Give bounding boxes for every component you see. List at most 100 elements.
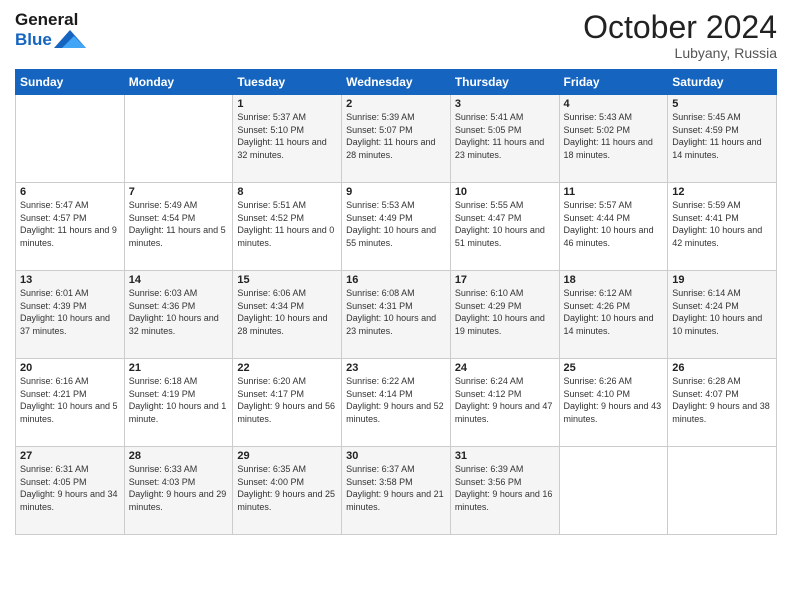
day-info: Sunrise: 6:28 AMSunset: 4:07 PMDaylight:… [672,375,772,425]
weekday-header-row: SundayMondayTuesdayWednesdayThursdayFrid… [16,70,777,95]
day-number: 7 [129,186,229,198]
day-number: 12 [672,186,772,198]
weekday-header-cell: Thursday [450,70,559,95]
day-info: Sunrise: 6:39 AMSunset: 3:56 PMDaylight:… [455,463,555,513]
calendar-cell: 17Sunrise: 6:10 AMSunset: 4:29 PMDayligh… [450,271,559,359]
calendar-week-row: 13Sunrise: 6:01 AMSunset: 4:39 PMDayligh… [16,271,777,359]
day-number: 28 [129,450,229,462]
day-info: Sunrise: 5:53 AMSunset: 4:49 PMDaylight:… [346,199,446,249]
calendar-cell [124,95,233,183]
weekday-header-cell: Sunday [16,70,125,95]
day-info: Sunrise: 6:22 AMSunset: 4:14 PMDaylight:… [346,375,446,425]
day-number: 6 [20,186,120,198]
day-number: 21 [129,362,229,374]
day-number: 8 [237,186,337,198]
calendar-cell: 15Sunrise: 6:06 AMSunset: 4:34 PMDayligh… [233,271,342,359]
day-info: Sunrise: 5:47 AMSunset: 4:57 PMDaylight:… [20,199,120,249]
day-number: 5 [672,98,772,110]
calendar-cell: 25Sunrise: 6:26 AMSunset: 4:10 PMDayligh… [559,359,668,447]
day-info: Sunrise: 5:49 AMSunset: 4:54 PMDaylight:… [129,199,229,249]
day-number: 10 [455,186,555,198]
calendar-cell: 24Sunrise: 6:24 AMSunset: 4:12 PMDayligh… [450,359,559,447]
calendar-cell: 7Sunrise: 5:49 AMSunset: 4:54 PMDaylight… [124,183,233,271]
month-title: October 2024 [583,10,777,45]
calendar-cell: 1Sunrise: 5:37 AMSunset: 5:10 PMDaylight… [233,95,342,183]
calendar-body: 1Sunrise: 5:37 AMSunset: 5:10 PMDaylight… [16,95,777,535]
calendar-cell: 13Sunrise: 6:01 AMSunset: 4:39 PMDayligh… [16,271,125,359]
day-number: 31 [455,450,555,462]
calendar-cell: 10Sunrise: 5:55 AMSunset: 4:47 PMDayligh… [450,183,559,271]
calendar-cell: 4Sunrise: 5:43 AMSunset: 5:02 PMDaylight… [559,95,668,183]
logo: General Blue [15,10,86,50]
day-number: 14 [129,274,229,286]
day-number: 27 [20,450,120,462]
calendar-cell: 31Sunrise: 6:39 AMSunset: 3:56 PMDayligh… [450,447,559,535]
day-info: Sunrise: 6:08 AMSunset: 4:31 PMDaylight:… [346,287,446,337]
calendar-cell: 23Sunrise: 6:22 AMSunset: 4:14 PMDayligh… [342,359,451,447]
day-number: 13 [20,274,120,286]
day-number: 30 [346,450,446,462]
day-info: Sunrise: 6:06 AMSunset: 4:34 PMDaylight:… [237,287,337,337]
day-number: 9 [346,186,446,198]
calendar-week-row: 6Sunrise: 5:47 AMSunset: 4:57 PMDaylight… [16,183,777,271]
day-info: Sunrise: 6:16 AMSunset: 4:21 PMDaylight:… [20,375,120,425]
day-info: Sunrise: 5:39 AMSunset: 5:07 PMDaylight:… [346,111,446,161]
logo-blue: Blue [15,30,52,50]
day-info: Sunrise: 5:57 AMSunset: 4:44 PMDaylight:… [564,199,664,249]
calendar-week-row: 20Sunrise: 6:16 AMSunset: 4:21 PMDayligh… [16,359,777,447]
calendar-cell [668,447,777,535]
day-info: Sunrise: 5:59 AMSunset: 4:41 PMDaylight:… [672,199,772,249]
calendar-cell: 16Sunrise: 6:08 AMSunset: 4:31 PMDayligh… [342,271,451,359]
day-info: Sunrise: 6:26 AMSunset: 4:10 PMDaylight:… [564,375,664,425]
calendar-cell: 8Sunrise: 5:51 AMSunset: 4:52 PMDaylight… [233,183,342,271]
day-number: 11 [564,186,664,198]
logo-icon [54,30,86,48]
day-info: Sunrise: 6:12 AMSunset: 4:26 PMDaylight:… [564,287,664,337]
day-number: 20 [20,362,120,374]
day-info: Sunrise: 5:51 AMSunset: 4:52 PMDaylight:… [237,199,337,249]
weekday-header-cell: Wednesday [342,70,451,95]
header: General Blue October 2024 Lubyany, Russi… [15,10,777,61]
calendar-cell: 19Sunrise: 6:14 AMSunset: 4:24 PMDayligh… [668,271,777,359]
day-number: 3 [455,98,555,110]
calendar-cell: 3Sunrise: 5:41 AMSunset: 5:05 PMDaylight… [450,95,559,183]
calendar-cell: 18Sunrise: 6:12 AMSunset: 4:26 PMDayligh… [559,271,668,359]
day-number: 24 [455,362,555,374]
day-info: Sunrise: 5:41 AMSunset: 5:05 PMDaylight:… [455,111,555,161]
day-info: Sunrise: 5:37 AMSunset: 5:10 PMDaylight:… [237,111,337,161]
weekday-header-cell: Monday [124,70,233,95]
calendar-week-row: 27Sunrise: 6:31 AMSunset: 4:05 PMDayligh… [16,447,777,535]
calendar-week-row: 1Sunrise: 5:37 AMSunset: 5:10 PMDaylight… [16,95,777,183]
day-number: 1 [237,98,337,110]
calendar-cell: 2Sunrise: 5:39 AMSunset: 5:07 PMDaylight… [342,95,451,183]
day-number: 22 [237,362,337,374]
calendar-cell: 22Sunrise: 6:20 AMSunset: 4:17 PMDayligh… [233,359,342,447]
day-info: Sunrise: 6:20 AMSunset: 4:17 PMDaylight:… [237,375,337,425]
day-info: Sunrise: 6:33 AMSunset: 4:03 PMDaylight:… [129,463,229,513]
calendar-cell: 5Sunrise: 5:45 AMSunset: 4:59 PMDaylight… [668,95,777,183]
day-number: 2 [346,98,446,110]
calendar-cell: 11Sunrise: 5:57 AMSunset: 4:44 PMDayligh… [559,183,668,271]
title-wrap: October 2024 Lubyany, Russia [583,10,777,61]
calendar-cell: 6Sunrise: 5:47 AMSunset: 4:57 PMDaylight… [16,183,125,271]
day-number: 25 [564,362,664,374]
day-number: 29 [237,450,337,462]
day-number: 19 [672,274,772,286]
calendar-cell: 9Sunrise: 5:53 AMSunset: 4:49 PMDaylight… [342,183,451,271]
day-number: 17 [455,274,555,286]
calendar-cell: 29Sunrise: 6:35 AMSunset: 4:00 PMDayligh… [233,447,342,535]
day-info: Sunrise: 5:43 AMSunset: 5:02 PMDaylight:… [564,111,664,161]
location: Lubyany, Russia [583,45,777,61]
calendar-cell: 12Sunrise: 5:59 AMSunset: 4:41 PMDayligh… [668,183,777,271]
calendar-cell: 21Sunrise: 6:18 AMSunset: 4:19 PMDayligh… [124,359,233,447]
day-number: 16 [346,274,446,286]
calendar-cell: 20Sunrise: 6:16 AMSunset: 4:21 PMDayligh… [16,359,125,447]
weekday-header-cell: Saturday [668,70,777,95]
day-info: Sunrise: 6:37 AMSunset: 3:58 PMDaylight:… [346,463,446,513]
calendar-cell: 30Sunrise: 6:37 AMSunset: 3:58 PMDayligh… [342,447,451,535]
page: General Blue October 2024 Lubyany, Russi… [0,0,792,612]
calendar-cell [16,95,125,183]
day-info: Sunrise: 6:14 AMSunset: 4:24 PMDaylight:… [672,287,772,337]
day-info: Sunrise: 6:03 AMSunset: 4:36 PMDaylight:… [129,287,229,337]
day-info: Sunrise: 5:45 AMSunset: 4:59 PMDaylight:… [672,111,772,161]
